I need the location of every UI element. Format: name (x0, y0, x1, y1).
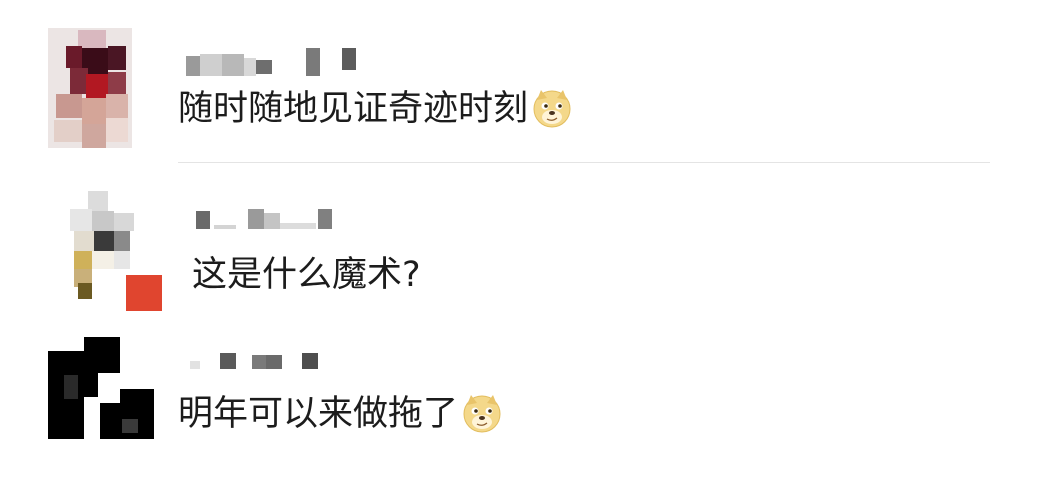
username-blurred[interactable] (186, 48, 366, 78)
comment-text-content: 这是什么魔术? (192, 255, 421, 295)
comment-text-content: 随时随地见证奇迹时刻 (178, 89, 529, 129)
avatar[interactable] (36, 28, 144, 150)
comment-text: 随时随地见证奇迹时刻 (178, 88, 572, 129)
username-blurred[interactable] (190, 351, 330, 371)
doge-emoji-icon (532, 88, 572, 128)
comment-text-content: 明年可以来做拖了 (178, 394, 459, 434)
comment-text: 这是什么魔术? (192, 255, 421, 295)
avatar[interactable] (48, 337, 154, 441)
comment-item: 随时随地见证奇迹时刻 (0, 0, 1044, 162)
comment-text: 明年可以来做拖了 (178, 393, 502, 434)
comment-item: 这是什么魔术? (0, 163, 1044, 323)
avatar[interactable] (54, 191, 164, 311)
doge-emoji-icon (462, 393, 502, 433)
comment-item: 明年可以来做拖了 (0, 323, 1044, 490)
username-blurred[interactable] (196, 205, 346, 231)
